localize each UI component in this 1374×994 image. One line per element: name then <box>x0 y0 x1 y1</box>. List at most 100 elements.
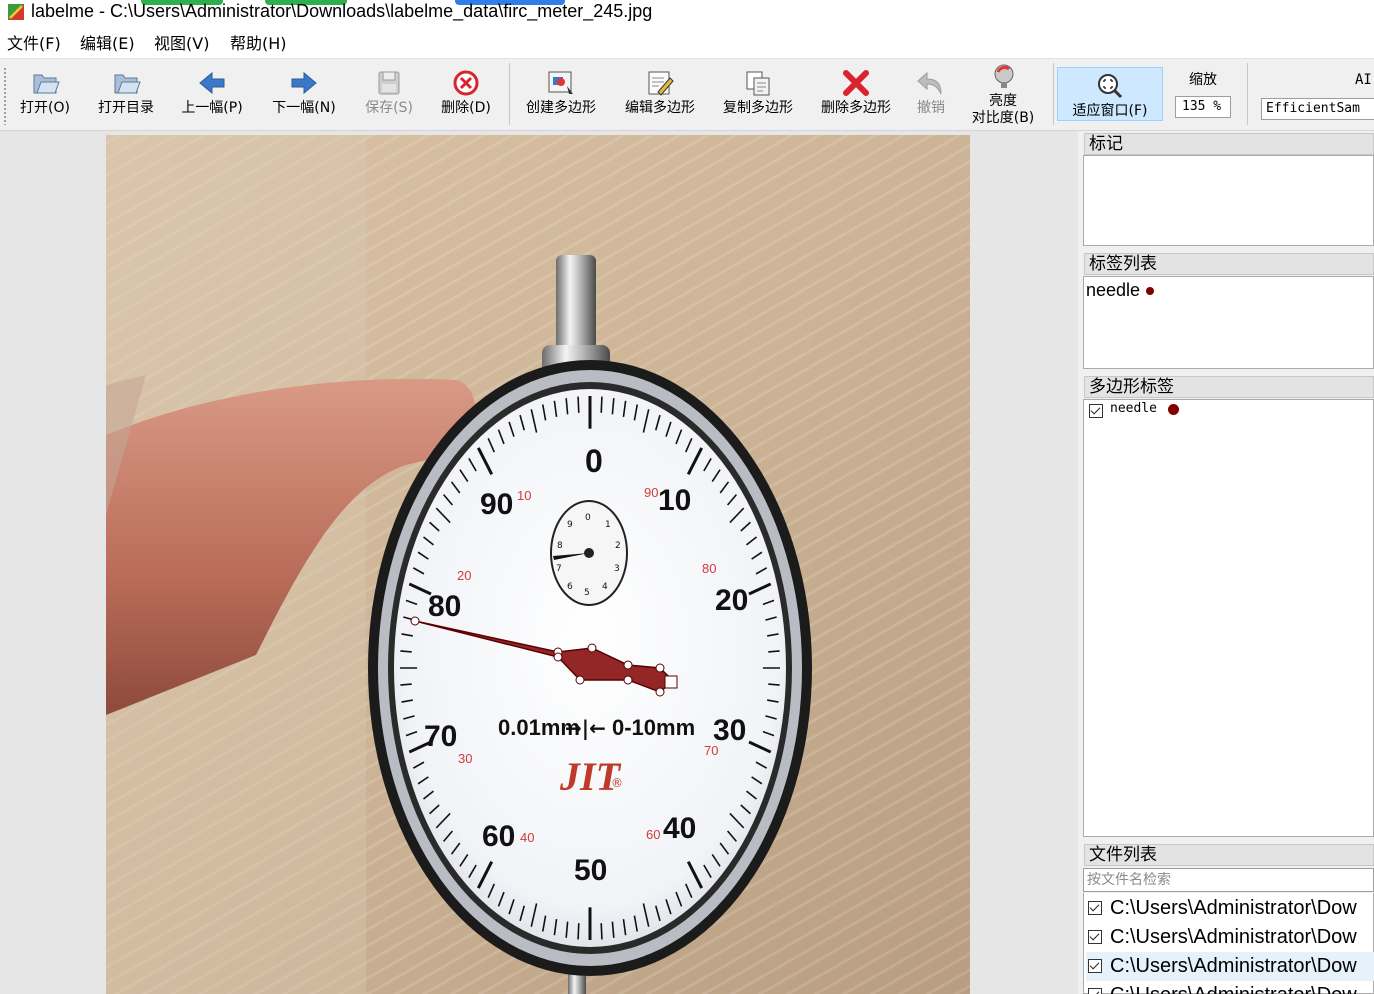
folder-open-icon <box>114 74 141 94</box>
open-label: 打开(O) <box>20 100 70 116</box>
polygon-vertex[interactable] <box>655 663 665 673</box>
arrow-left-icon <box>199 71 225 95</box>
file-list-item[interactable]: C:\Users\Administrator\Dow <box>1086 894 1374 923</box>
zoom-input[interactable]: 135 % <box>1175 96 1231 118</box>
prev-image-label: 上一幅(P) <box>181 100 243 116</box>
toolbar-grip[interactable] <box>3 67 7 125</box>
small-dial-label: 8 <box>557 541 563 551</box>
file-path: C:\Users\Administrator\Dow <box>1110 897 1357 919</box>
file-path: C:\Users\Administrator\Dow <box>1110 984 1357 994</box>
next-image-button[interactable]: 下一幅(N) <box>266 59 342 129</box>
prev-image-button[interactable]: 上一幅(P) <box>174 59 250 129</box>
ai-model-select[interactable]: EfficientSam <box>1261 98 1374 120</box>
file-list-item[interactable]: C:\Users\Administrator\Dow <box>1086 923 1374 952</box>
dial-red-label-60: 60 <box>646 827 660 842</box>
edit-polygon-label: 编辑多边形 <box>625 100 695 116</box>
polygon-visibility-checkbox[interactable] <box>1089 404 1103 418</box>
dial-label-70: 70 <box>424 720 457 753</box>
copy-icon <box>746 71 770 96</box>
small-dial-label: 3 <box>614 564 620 574</box>
dial-label-90: 90 <box>480 488 513 521</box>
label-list-item[interactable]: needle <box>1086 279 1155 301</box>
menu-help[interactable]: 帮助(H) <box>230 34 287 54</box>
file-search-input[interactable]: 按文件名检索 <box>1083 868 1374 892</box>
brightness-icon <box>994 64 1014 88</box>
undo-button[interactable]: 撤销 <box>910 59 952 129</box>
fit-window-label: 适应窗口(F) <box>1072 103 1148 119</box>
edit-polygon-icon <box>648 71 674 96</box>
menu-file[interactable]: 文件(F) <box>7 34 61 54</box>
menu-bar: 文件(F) 编辑(E) 视图(V) 帮助(H) <box>0 30 1374 59</box>
delete-file-button[interactable]: 删除(D) <box>434 59 498 129</box>
create-polygon-button[interactable]: 创建多边形 <box>516 59 606 129</box>
small-dial-label: 6 <box>567 582 573 592</box>
toolbar-separator <box>1247 63 1248 125</box>
save-button[interactable]: 保存(S) <box>356 59 422 129</box>
dial-label-60: 60 <box>482 820 515 853</box>
fit-window-button[interactable]: 适应窗口(F) <box>1057 67 1163 121</box>
file-checkbox[interactable] <box>1088 959 1102 973</box>
next-image-label: 下一幅(N) <box>272 100 336 116</box>
delete-circle-icon <box>453 70 479 96</box>
polygon-vertex[interactable] <box>587 643 597 653</box>
polygon-vertex[interactable] <box>623 660 633 670</box>
polygon-vertex[interactable] <box>575 675 585 685</box>
open-button[interactable]: 打开(O) <box>12 59 78 129</box>
file-list-item-selected[interactable]: C:\Users\Administrator\Dow <box>1086 952 1374 981</box>
dial-label-50: 50 <box>574 854 607 887</box>
registered-mark: ® <box>611 776 623 790</box>
polygon-vertex[interactable] <box>410 616 420 626</box>
polygon-vertex[interactable] <box>553 652 563 662</box>
polygon-vertex[interactable] <box>623 675 633 685</box>
edit-polygon-button[interactable]: 编辑多边形 <box>616 59 704 129</box>
small-dial-label: 9 <box>567 520 573 530</box>
dial-red-label-40: 40 <box>520 830 534 845</box>
polygon-color-dot <box>1168 404 1179 415</box>
window-title: labelme - C:\Users\Administrator\Downloa… <box>31 1 653 21</box>
dial-red-label-10: 10 <box>517 488 531 503</box>
selected-vertex-handle[interactable] <box>664 675 678 689</box>
fit-window-icon <box>1098 74 1123 99</box>
open-dir-button[interactable]: 打开目录 <box>90 59 162 129</box>
flags-panel <box>1083 155 1374 246</box>
small-dial-label: 5 <box>584 588 590 598</box>
delete-polygon-button[interactable]: 删除多边形 <box>812 59 900 129</box>
delete-polygon-label: 删除多边形 <box>821 100 891 116</box>
undo-icon <box>917 71 942 95</box>
copy-polygon-button[interactable]: 复制多边形 <box>714 59 802 129</box>
save-icon <box>378 71 400 95</box>
file-path: C:\Users\Administrator\Dow <box>1110 926 1357 948</box>
dial-label-20: 20 <box>715 584 748 617</box>
labelme-app-icon <box>8 4 24 20</box>
folder-open-icon <box>33 74 60 94</box>
title-bar: labelme - C:\Users\Administrator\Downloa… <box>0 0 1374 30</box>
file-list-panel-title: 文件列表 <box>1084 844 1374 866</box>
label-name: needle <box>1086 280 1141 300</box>
brightness-contrast-button[interactable]: 亮度 对比度(B) <box>964 59 1042 129</box>
dial-red-label-30: 30 <box>458 751 472 766</box>
dial-label-40: 40 <box>663 812 696 845</box>
image-canvas[interactable]: 0 10 20 30 40 50 60 70 80 90 10 20 30 40… <box>0 131 1078 994</box>
file-checkbox[interactable] <box>1088 988 1102 994</box>
dial-label-10: 10 <box>658 484 691 517</box>
file-list-item[interactable]: C:\Users\Administrator\Dow <box>1086 981 1374 994</box>
toolbar-separator <box>509 63 510 125</box>
file-checkbox[interactable] <box>1088 901 1102 915</box>
menu-edit[interactable]: 编辑(E) <box>80 34 135 54</box>
polygon-vertex[interactable] <box>655 687 665 697</box>
small-dial-label: 0 <box>585 513 591 523</box>
menu-view[interactable]: 视图(V) <box>154 34 209 54</box>
polygon-label-name: needle <box>1110 401 1157 416</box>
file-checkbox[interactable] <box>1088 930 1102 944</box>
polygon-labels-panel[interactable]: needle <box>1083 399 1374 837</box>
open-dir-label: 打开目录 <box>98 100 154 116</box>
polygon-labels-panel-title: 多边形标签 <box>1084 376 1374 398</box>
gauge-range-text: 0-10mm <box>612 715 695 740</box>
file-path: C:\Users\Administrator\Dow <box>1110 955 1357 977</box>
copy-polygon-label: 复制多边形 <box>723 100 793 116</box>
dial-label-0: 0 <box>585 443 603 479</box>
label-list-panel[interactable]: needle <box>1083 276 1374 369</box>
flags-panel-title: 标记 <box>1084 133 1374 155</box>
arrow-right-icon <box>291 71 317 95</box>
undo-label: 撤销 <box>917 100 945 116</box>
